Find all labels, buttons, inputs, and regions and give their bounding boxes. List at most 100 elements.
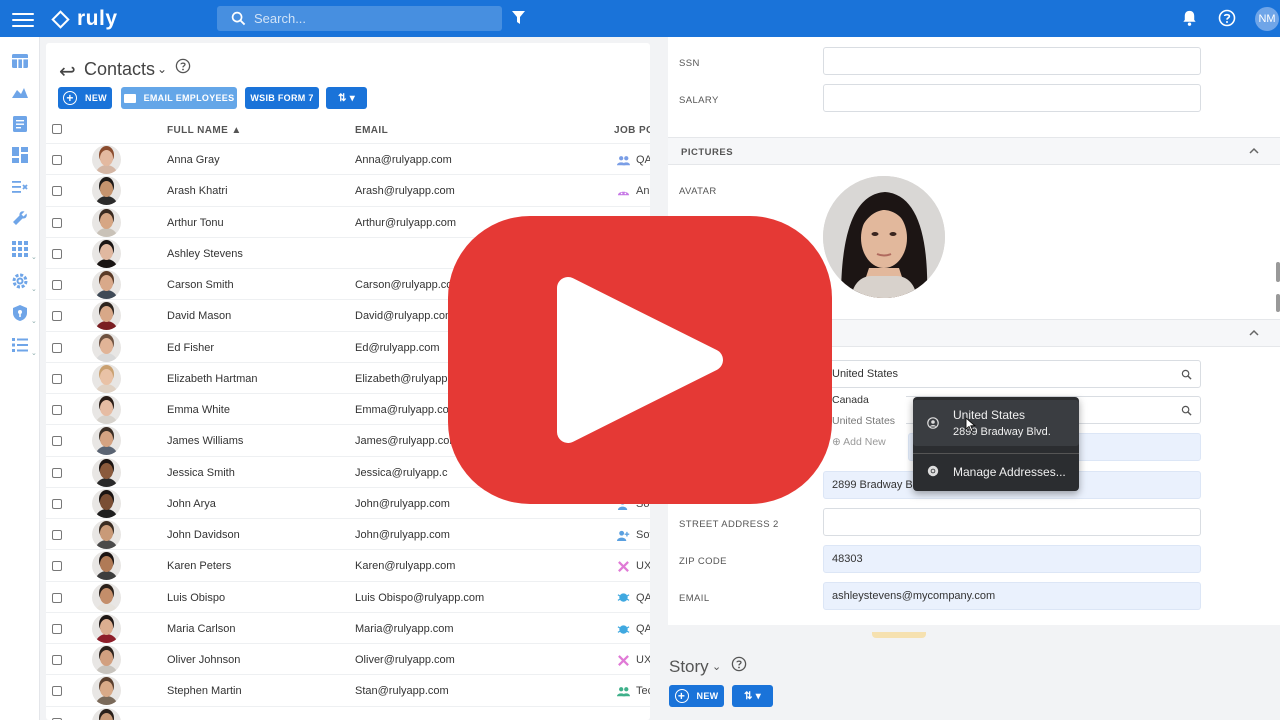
back-arrow-icon[interactable]: ↩: [59, 59, 76, 84]
row-checkbox[interactable]: [52, 342, 62, 353]
contact-email[interactable]: Elizabeth@rulyapp.: [355, 373, 451, 385]
contact-name[interactable]: Karen Peters: [167, 560, 231, 572]
table-row[interactable]: Oliver Johnson Oliver@rulyapp.com UX /: [46, 643, 650, 674]
table-row[interactable]: John Davidson John@rulyapp.com Sof: [46, 518, 650, 549]
story-chevron-down-icon[interactable]: ⌄: [712, 660, 721, 673]
contact-email[interactable]: Arthur@rulyapp.com: [355, 217, 456, 229]
search-icon[interactable]: [1181, 405, 1192, 416]
row-checkbox[interactable]: [52, 436, 62, 447]
contact-name[interactable]: Elizabeth Hartman: [167, 373, 258, 385]
table-row[interactable]: Karen Peters Karen@rulyapp.com UX /: [46, 549, 650, 581]
chart-area-icon[interactable]: [11, 83, 29, 101]
help-circle-icon[interactable]: [731, 656, 747, 672]
contact-email[interactable]: Anna@rulyapp.com: [355, 154, 452, 166]
table-row[interactable]: Anna Gray Anna@rulyapp.com QA: [46, 143, 650, 174]
contact-email[interactable]: Karen@rulyapp.com: [355, 560, 455, 572]
contact-name[interactable]: Ed Fisher: [167, 342, 214, 354]
contact-name[interactable]: Carson Smith: [167, 279, 234, 291]
table-row[interactable]: Maria Carlson Maria@rulyapp.com QA: [46, 611, 650, 643]
contact-email[interactable]: Carson@rulyapp.com: [355, 279, 462, 291]
chevron-up-icon[interactable]: [1248, 145, 1260, 157]
row-checkbox[interactable]: [52, 311, 62, 322]
video-play-button-icon[interactable]: [448, 216, 832, 504]
row-checkbox[interactable]: [52, 655, 62, 665]
filter-icon[interactable]: [512, 11, 525, 25]
contact-email[interactable]: Stan@rulyapp.com: [355, 685, 449, 697]
column-email[interactable]: EMAIL: [355, 125, 388, 136]
country-field[interactable]: United States: [823, 360, 1201, 388]
street-address-2-field[interactable]: [823, 508, 1201, 536]
story-sort-dropdown-button[interactable]: ⇅ ▾: [732, 685, 773, 707]
row-checkbox[interactable]: [52, 217, 62, 228]
help-circle-icon[interactable]: [175, 58, 191, 74]
sort-dropdown-button[interactable]: ⇅ ▾: [326, 87, 367, 109]
contact-email[interactable]: Arash@rulyapp.com: [355, 185, 455, 197]
contact-name[interactable]: Stephen Martin: [167, 685, 242, 697]
email-field[interactable]: ashleystevens@mycompany.com: [823, 582, 1201, 610]
table-row[interactable]: Luis Obispo Luis Obispo@rulyapp.com QA: [46, 580, 650, 612]
contact-name[interactable]: Maria Carlson: [167, 623, 235, 635]
select-all-checkbox[interactable]: [52, 124, 62, 134]
wrench-icon[interactable]: [11, 209, 29, 227]
row-checkbox[interactable]: [52, 405, 62, 415]
pictures-section-header[interactable]: PICTURES: [668, 137, 1280, 165]
contact-email[interactable]: Ed@rulyapp.com: [355, 342, 440, 354]
row-checkbox[interactable]: [52, 248, 62, 259]
dashboard-icon[interactable]: [11, 146, 29, 164]
new-button[interactable]: + NEW: [58, 87, 112, 109]
contact-name[interactable]: David Mason: [167, 310, 231, 322]
avatar-image[interactable]: [823, 176, 945, 298]
zip-code-field[interactable]: 48303: [823, 545, 1201, 573]
notifications-bell-icon[interactable]: [1181, 9, 1198, 27]
table-row[interactable]: [46, 705, 650, 720]
row-checkbox[interactable]: [52, 530, 62, 540]
row-checkbox[interactable]: [52, 155, 62, 165]
list-icon[interactable]: [11, 336, 29, 354]
contact-name[interactable]: Luis Obispo: [167, 592, 225, 604]
salary-field[interactable]: [823, 84, 1201, 112]
row-checkbox[interactable]: [52, 561, 62, 572]
column-job-position[interactable]: JOB PO: [614, 125, 650, 136]
contact-email[interactable]: Luis Obispo@rulyapp.com: [355, 592, 484, 604]
row-checkbox[interactable]: [52, 592, 62, 603]
scrollbar-thumb[interactable]: [1276, 262, 1280, 312]
add-new-option[interactable]: ⊕ Add New: [823, 432, 906, 453]
manage-addresses-link[interactable]: Manage Addresses...: [953, 465, 1066, 479]
contact-name[interactable]: Jessica Smith: [167, 467, 235, 479]
ruly-logo[interactable]: ruly: [51, 7, 118, 31]
contact-email[interactable]: Jessica@rulyapp.c: [355, 467, 447, 479]
contact-email[interactable]: Maria@rulyapp.com: [355, 623, 454, 635]
document-icon[interactable]: [11, 115, 29, 133]
contact-name[interactable]: Ashley Stevens: [167, 248, 243, 260]
contact-email[interactable]: Emma@rulyapp.com: [355, 404, 458, 416]
contact-name[interactable]: Arash Khatri: [167, 185, 228, 197]
row-checkbox[interactable]: [52, 373, 62, 384]
contact-email[interactable]: David@rulyapp.com: [355, 310, 454, 322]
contact-name[interactable]: Anna Gray: [167, 154, 220, 166]
wsib-form-button[interactable]: WSIB FORM 7: [245, 87, 319, 109]
table-icon[interactable]: [11, 52, 29, 70]
search-icon[interactable]: [1181, 369, 1192, 380]
user-avatar[interactable]: NM: [1255, 7, 1279, 31]
contact-email[interactable]: John@rulyapp.com: [355, 529, 450, 541]
contact-name[interactable]: Emma White: [167, 404, 230, 416]
ssn-field[interactable]: [823, 47, 1201, 75]
contact-name[interactable]: James Williams: [167, 435, 243, 447]
email-employees-button[interactable]: EMAIL EMPLOYEES: [121, 87, 237, 109]
dropdown-option[interactable]: United States: [823, 411, 906, 432]
row-checkbox[interactable]: [52, 498, 62, 509]
title-chevron-down-icon[interactable]: ⌄: [157, 62, 167, 76]
contact-name[interactable]: Arthur Tonu: [167, 217, 224, 229]
search-box[interactable]: [217, 6, 502, 31]
checklist-icon[interactable]: [11, 177, 29, 195]
row-checkbox[interactable]: [52, 467, 62, 478]
chevron-up-icon[interactable]: [1248, 327, 1260, 339]
contact-email[interactable]: Oliver@rulyapp.com: [355, 654, 455, 666]
hamburger-menu-icon[interactable]: [12, 9, 34, 29]
gear-icon[interactable]: [11, 272, 29, 290]
table-row[interactable]: Arash Khatri Arash@rulyapp.com An: [46, 174, 650, 206]
contact-name[interactable]: John Arya: [167, 498, 216, 510]
shield-icon[interactable]: [11, 304, 29, 322]
contact-email[interactable]: James@rulyapp.com: [355, 435, 458, 447]
search-input[interactable]: [254, 11, 484, 26]
